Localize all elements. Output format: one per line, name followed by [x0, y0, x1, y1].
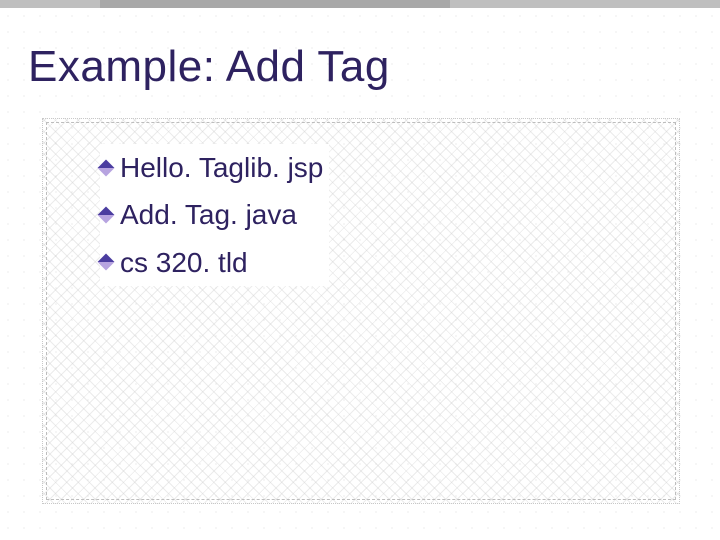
bullet-text: cs 320. tld [120, 241, 248, 284]
list-item: Add. Tag. java [100, 191, 329, 238]
bullet-text: Add. Tag. java [120, 193, 297, 236]
bullet-diamond-icon [98, 159, 115, 176]
slide-title: Example: Add Tag [28, 42, 390, 92]
bullet-diamond-icon [98, 254, 115, 271]
bullet-diamond-icon [98, 207, 115, 224]
list-item: Hello. Taglib. jsp [100, 144, 329, 191]
list-item: cs 320. tld [100, 239, 329, 286]
app-top-shadow [100, 0, 450, 8]
bullet-list: Hello. Taglib. jsp Add. Tag. java cs 320… [100, 144, 329, 286]
bullet-text: Hello. Taglib. jsp [120, 146, 323, 189]
